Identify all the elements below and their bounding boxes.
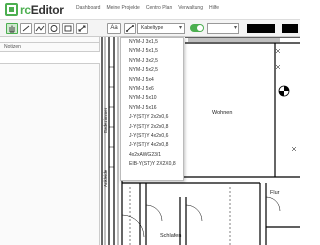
- room-label-bath: Badezimmer: [103, 107, 108, 133]
- circle-icon: [50, 25, 58, 32]
- room-label-hall: Flur: [270, 190, 280, 196]
- room-label-living: Wohnen: [212, 110, 233, 116]
- rectangle-icon: [64, 25, 72, 32]
- circle-tool-button[interactable]: [48, 23, 60, 34]
- line-color-swatch[interactable]: [247, 24, 275, 33]
- notes-title: Notizen: [0, 42, 100, 52]
- polyline-icon: [35, 25, 45, 32]
- main-nav: Dashboard Meine Projekte Centro Plan Ver…: [76, 5, 225, 11]
- cable-type-option[interactable]: NYM-J 5x10: [121, 94, 183, 103]
- cable-tool-button[interactable]: [124, 23, 136, 34]
- dimension-tool-button[interactable]: [76, 23, 88, 34]
- cable-type-option[interactable]: J-Y(ST)Y 4x2x0,8: [121, 141, 183, 150]
- cable-type-option[interactable]: EIB-Y(ST)Y 2X2X0,8: [121, 160, 183, 169]
- resize-arrow-icon: [78, 25, 86, 32]
- room-label-bedroom: Schlafen: [160, 233, 182, 239]
- cable-type-select[interactable]: Kabeltype: [137, 23, 185, 34]
- text-tool-button[interactable]: Aa: [107, 23, 121, 34]
- cable-type-option[interactable]: NYM-J 3x1,5: [121, 38, 183, 47]
- fill-color-swatch[interactable]: [282, 24, 298, 33]
- line-tool-button[interactable]: [20, 23, 32, 34]
- cable-type-option[interactable]: J-Y(ST)Y 2x2x0,6: [121, 113, 183, 122]
- nav-dashboard[interactable]: Dashboard: [76, 5, 100, 11]
- socket-markers: [275, 48, 297, 152]
- nav-administration[interactable]: Verwaltung: [178, 5, 203, 11]
- cable-type-option[interactable]: J-Y(ST)Y 4x2x0,6: [121, 132, 183, 141]
- top-nav-bar: rcEditor Dashboard Meine Projekte Centro…: [0, 0, 300, 20]
- drawing-toolbar: Aa Kabeltype: [0, 20, 300, 37]
- app-root: rcEditor Dashboard Meine Projekte Centro…: [0, 0, 300, 245]
- notes-field[interactable]: [0, 52, 100, 64]
- cable-type-option[interactable]: 4x2xAWG23/1: [121, 151, 183, 160]
- logo-icon: [5, 3, 18, 16]
- cable-type-option[interactable]: NYM-J 5x16: [121, 104, 183, 113]
- logo-name: Editor: [30, 2, 64, 17]
- cable-type-option[interactable]: NYM-J 5x1,5: [121, 47, 183, 56]
- nav-my-projects[interactable]: Meine Projekte: [106, 5, 139, 11]
- snap-toggle[interactable]: [190, 24, 204, 32]
- cable-type-option[interactable]: J-Y(ST)Y 2x2x0,8: [121, 123, 183, 132]
- nav-help[interactable]: Hilfe: [209, 5, 219, 11]
- cable-type-option[interactable]: NYM-J 5x2,5: [121, 66, 183, 75]
- cable-icon: [126, 25, 134, 32]
- hand-icon: [9, 25, 15, 33]
- nav-centro-plan[interactable]: Centro Plan: [146, 5, 172, 11]
- select-tool-button[interactable]: [6, 23, 18, 34]
- left-panel: Notizen: [0, 37, 100, 245]
- cable-type-option[interactable]: NYM-J 3x2,5: [121, 57, 183, 66]
- line-icon: [22, 25, 30, 32]
- cable-type-option[interactable]: NYM-J 5x4: [121, 76, 183, 85]
- cable-type-dropdown: NYM-J 3x1,5 NYM-J 5x1,5 NYM-J 3x2,5 NYM-…: [120, 37, 184, 181]
- cable-type-option[interactable]: NYM-J 5x6: [121, 85, 183, 94]
- room-label-wardrobe: Ankleide: [103, 169, 108, 187]
- polyline-tool-button[interactable]: [34, 23, 46, 34]
- app-logo[interactable]: rcEditor: [5, 2, 64, 17]
- color-select[interactable]: [207, 23, 239, 34]
- rectangle-tool-button[interactable]: [62, 23, 74, 34]
- logo-prefix: rc: [20, 2, 31, 17]
- light-fixture-icon[interactable]: [278, 85, 290, 97]
